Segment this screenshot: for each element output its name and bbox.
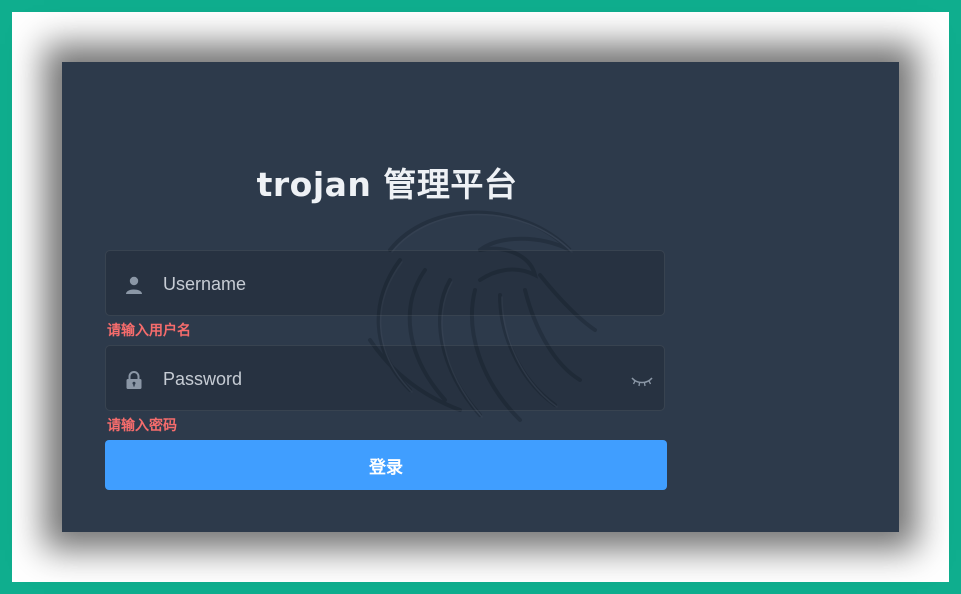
user-icon — [126, 276, 142, 294]
password-error: 请输入密码 — [107, 418, 177, 434]
login-button[interactable]: 登录 — [105, 440, 667, 490]
password-input[interactable] — [161, 346, 605, 412]
eye-closed-icon[interactable] — [630, 370, 654, 390]
page-title: trojan 管理平台 — [256, 165, 518, 204]
password-field — [105, 345, 665, 412]
lock-icon — [126, 371, 142, 389]
username-input[interactable] — [161, 251, 605, 317]
screenshot-frame: trojan 管理平台 请输入用户名 — [12, 12, 949, 582]
username-field — [105, 250, 665, 317]
username-error: 请输入用户名 — [107, 323, 191, 339]
login-panel: trojan 管理平台 请输入用户名 — [62, 62, 899, 532]
